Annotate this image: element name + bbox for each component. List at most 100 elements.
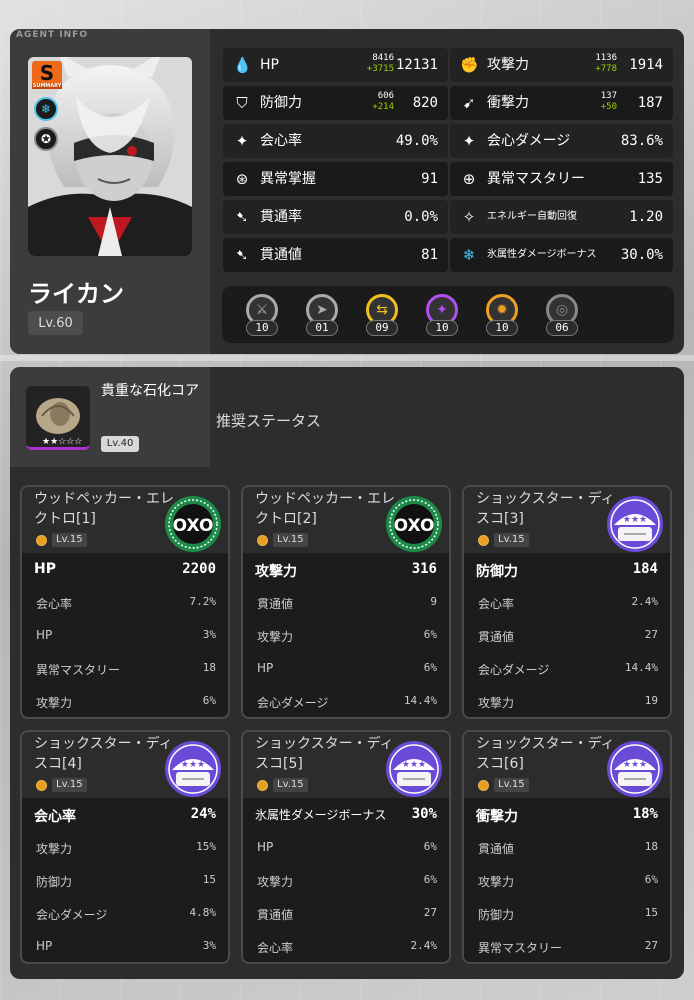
wengine-art: ★★☆☆☆ [26,386,90,447]
svg-text:OXO: OXO [394,516,435,536]
stat-label: 会心ダメージ [487,133,571,149]
sub-stat-value: 7.2% [189,595,217,608]
disc-name: ウッドペッカー・エレクトロ[2] [255,491,395,527]
disc-level: Lv.15 [36,778,87,792]
skill-assist[interactable]: ⇆ 09 [364,294,400,336]
disc-sub-stat: 攻撃力 6% [478,873,658,893]
stat-label: 貫通値 [260,247,302,263]
sub-stat-value: 2.4% [631,595,659,608]
drive-disc-3[interactable]: ショックスター・ディスコ[3] Lv.15 ★★★ 防御力 184 会心率 2.4% 貫通値 2… [462,485,672,719]
disc-sub-stat: 会心率 2.4% [478,595,658,615]
sub-stat-label: 攻撃力 [478,696,515,710]
stat-value: 12131 [395,57,438,73]
sub-stat-value: 6% [423,840,437,853]
stat-value: 135 [637,171,663,187]
disc-name: ショックスター・ディスコ[5] [255,736,394,772]
skill-core-skill[interactable]: ◎ 06 [544,294,580,336]
disc-sub-stat: 攻撃力 19 [478,694,658,714]
sub-stat-label: HP [36,628,53,642]
stat-label: 防御力 [260,95,302,111]
skill-chain-attack[interactable]: ✹ 10 [484,294,520,336]
drive-disc-1[interactable]: ウッドペッカー・エレクトロ[1] Lv.15 OXO HP 2200 会心率 7.2% HP 3… [20,485,230,719]
skill-level: 10 [486,320,518,336]
main-stat-value: 30% [411,806,437,822]
stat-label: 異常掌握 [260,171,316,187]
stat-value: 820 [412,95,438,111]
skill-level: 09 [366,320,398,336]
pen-icon: ➷ [235,246,249,264]
sub-stat-label: 異常マスタリー [478,941,563,955]
disc-level: Lv.15 [478,533,529,547]
stats-grid: 💧 HP 8416 +3715 12131 ✊ 攻撃力 1136 +778 1914 ⛉ 防御力 606… [223,48,673,275]
stat-label: 攻撃力 [487,57,529,73]
main-stat-value: 18% [632,806,658,822]
disc-name: ウッドペッカー・エレクトロ[1] [34,491,174,527]
sub-stat-value: 3% [202,628,216,641]
sub-stat-label: 攻撃力 [36,696,73,710]
stat-breakdown: 606 +214 [372,91,394,112]
disc-main-stat: 会心率 24% [34,806,216,826]
sub-stat-value: 18 [644,840,658,853]
stat-row-attack: ✊ 攻撃力 1136 +778 1914 [450,48,673,82]
sub-stat-label: 攻撃力 [257,630,294,644]
disc-sub-stat: 会心ダメージ 14.4% [478,661,658,681]
stat-breakdown: 1136 +778 [595,53,617,74]
disc-sub-stat: 貫通値 27 [257,906,437,926]
sub-stat-label: 防御力 [478,908,515,922]
disc-sub-stat: 攻撃力 6% [257,873,437,893]
attack-icon: ✊ [460,56,479,74]
sub-stat-label: 攻撃力 [36,842,73,856]
ice-attribute-icon: ❄ [34,97,58,121]
stat-label: 衝撃力 [487,95,529,111]
disc-sub-stat: 会心率 2.4% [257,939,437,959]
disc-sub-stat: 貫通値 27 [478,628,658,648]
drive-disc-2[interactable]: ウッドペッカー・エレクトロ[2] Lv.15 OXO 攻撃力 316 貫通値 9 攻撃力 6% H… [241,485,451,719]
pen-ratio-icon: ➷ [235,208,249,226]
disc-sub-stat: 攻撃力 6% [257,628,437,648]
stat-row-anomaly-mastery: ⊕ 異常マスタリー 135 [450,162,673,196]
stat-label: HP [260,57,279,73]
drive-disc-5[interactable]: ショックスター・ディスコ[5] Lv.15 ★★★ 氷属性ダメージボーナス 30% HP 6… [241,730,451,964]
drive-disc-4[interactable]: ショックスター・ディスコ[4] Lv.15 ★★★ 会心率 24% 攻撃力 15% 防御力 15… [20,730,230,964]
background-stripe [0,355,694,361]
agent-level: Lv.60 [28,311,83,335]
disc-main-stat: 防御力 184 [476,561,658,581]
wengine-image[interactable]: ★★☆☆☆ [26,386,90,450]
stat-row-defense: ⛉ 防御力 606 +214 820 [223,86,448,120]
stat-row-ice-dmg: ❄ 氷属性ダメージボーナス 30.0% [450,238,673,272]
sub-stat-value: 15 [644,906,658,919]
shockstar-disc-icon: ★★★ [165,741,221,797]
stat-breakdown: 8416 +3715 [366,53,394,74]
sub-stat-value: 14.4% [403,694,437,707]
svg-text:★★★: ★★★ [623,515,647,525]
main-stat-value: 184 [632,561,658,577]
shockstar-disc-icon: ★★★ [386,741,442,797]
stat-breakdown: 137 +50 [600,91,617,112]
disc-level: Lv.15 [257,778,308,792]
stat-value: 187 [637,95,663,111]
rank-coin-icon [257,534,268,546]
skill-basic-attack[interactable]: ⚔ 10 [244,294,280,336]
disc-level: Lv.15 [36,533,87,547]
sub-stat-label: 会心率 [36,597,73,611]
sub-stat-value: 19 [644,694,658,707]
skill-dodge[interactable]: ➤ 01 [304,294,340,336]
drive-disc-6[interactable]: ショックスター・ディスコ[6] Lv.15 ★★★ 衝撃力 18% 貫通値 18 攻撃力 6% 防… [462,730,672,964]
skill-level: 06 [546,320,578,336]
sub-stat-value: 6% [202,694,216,707]
skill-special-attack[interactable]: ✦ 10 [424,294,460,336]
sub-stat-value: 27 [423,906,437,919]
stat-row-pen: ➷ 貫通値 81 [223,238,448,272]
sub-stat-value: 6% [644,873,658,886]
disc-sub-stat: 異常マスタリー 27 [478,939,658,959]
stat-value: 49.0% [395,133,438,149]
disc-sub-stat: HP 6% [257,840,437,860]
defense-icon: ⛉ [236,94,248,112]
sub-stat-value: 2.4% [410,939,438,952]
skill-level: 01 [306,320,338,336]
rank-coin-icon [257,779,268,791]
wengine-name: 貴重な石化コア [101,383,199,399]
anomaly-proficiency-icon: ⊛ [235,170,249,188]
skill-level: 10 [426,320,458,336]
disc-name: ショックスター・ディスコ[4] [34,736,173,772]
